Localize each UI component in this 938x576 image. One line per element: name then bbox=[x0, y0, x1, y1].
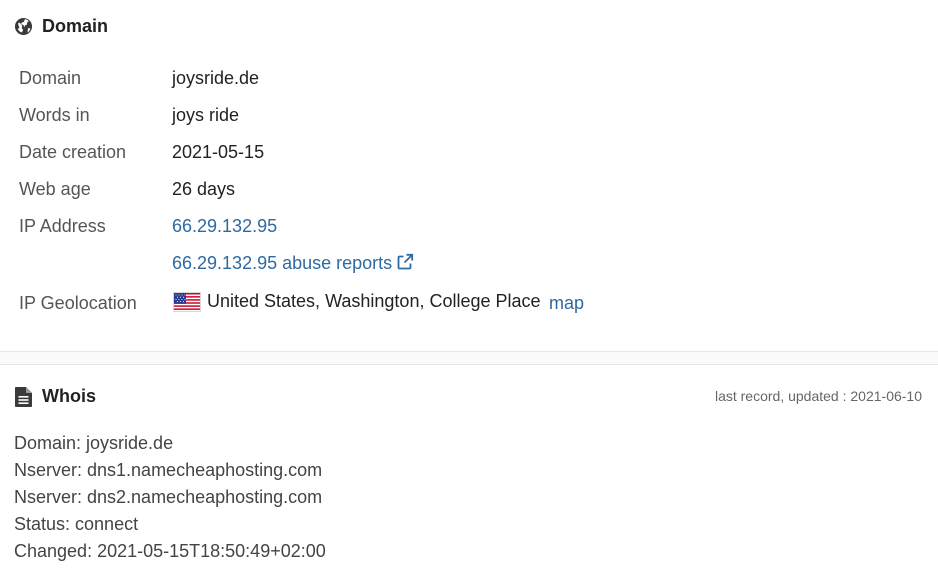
whois-line: Status: connect bbox=[14, 514, 139, 534]
domain-section-title: Domain bbox=[42, 16, 109, 36]
ip-address-label: IP Address bbox=[19, 216, 106, 236]
whois-line: Nserver: dns1.namecheaphosting.com bbox=[14, 460, 323, 480]
whois-line: Domain: joysride.de bbox=[14, 433, 174, 453]
document-icon bbox=[13, 386, 33, 407]
date-creation-value: 2021-05-15 bbox=[172, 142, 265, 162]
external-link-icon bbox=[396, 253, 414, 271]
whois-record: Domain: joysride.de Nserver: dns1.namech… bbox=[14, 432, 326, 567]
abuse-reports-link[interactable]: 66.29.132.95 abuse reports bbox=[172, 253, 414, 274]
domain-label: Domain bbox=[19, 68, 82, 88]
whois-section-header: Whois bbox=[13, 386, 96, 407]
words-in-value: joys ride bbox=[172, 105, 240, 125]
domain-card: Domain Domain joysride.de Words in joys … bbox=[0, 0, 938, 351]
domain-value: joysride.de bbox=[172, 68, 260, 88]
map-link[interactable]: map bbox=[549, 293, 584, 314]
web-age-label: Web age bbox=[19, 179, 91, 199]
section-gap bbox=[0, 352, 938, 364]
whois-line: Nserver: dns2.namecheaphosting.com bbox=[14, 487, 323, 507]
whois-section-title: Whois bbox=[42, 386, 96, 406]
ip-geolocation-label: IP Geolocation bbox=[19, 293, 137, 313]
ip-address-link[interactable]: 66.29.132.95 bbox=[172, 216, 277, 237]
whois-line: Changed: 2021-05-15T18:50:49+02:00 bbox=[14, 541, 326, 561]
abuse-reports-text: 66.29.132.95 abuse reports bbox=[172, 253, 393, 273]
us-flag-icon bbox=[173, 292, 201, 312]
domain-section-header: Domain bbox=[13, 16, 108, 37]
whois-last-updated: last record, updated : 2021-06-10 bbox=[714, 388, 922, 404]
globe-icon bbox=[13, 17, 33, 37]
words-in-label: Words in bbox=[19, 105, 90, 125]
date-creation-label: Date creation bbox=[19, 142, 127, 162]
ip-geolocation-value: United States, Washington, College Place bbox=[207, 291, 541, 311]
web-age-value: 26 days bbox=[172, 179, 236, 199]
